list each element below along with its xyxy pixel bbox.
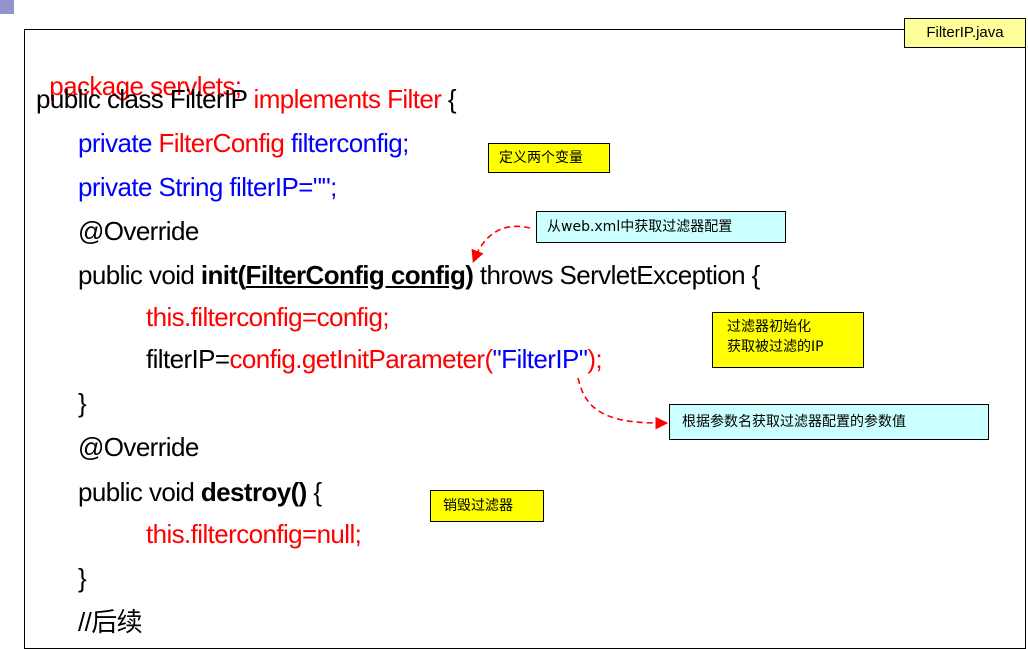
- arrow-webxml-to-init: [471, 225, 531, 263]
- arrow-param-to-note: [577, 377, 669, 430]
- annotation-arrows: [471, 225, 669, 430]
